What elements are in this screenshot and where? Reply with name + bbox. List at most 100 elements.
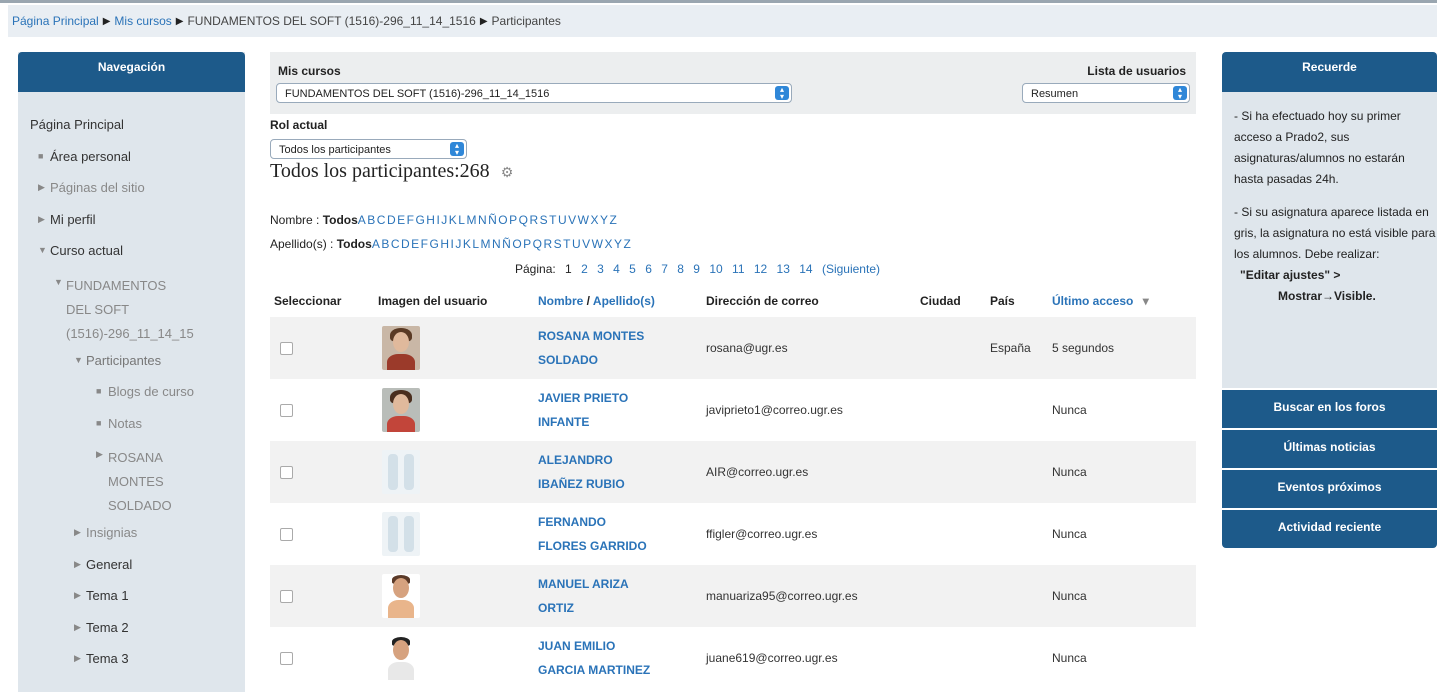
navigation-header[interactable]: Navegación	[18, 52, 245, 92]
last-name-filter: Apellido(s) : TodosABCDEFGHIJKLMNÑOPQRST…	[270, 237, 633, 251]
eventos-proximos-block[interactable]: Eventos próximos	[1222, 468, 1437, 508]
recuerde-header[interactable]: Recuerde	[1222, 52, 1437, 92]
user-name-link[interactable]: FERNANDO FLORES GARRIDO	[534, 503, 702, 565]
breadcrumb-mis-cursos[interactable]: Mis cursos	[114, 14, 171, 28]
page-link[interactable]: 4	[613, 262, 620, 276]
page-link[interactable]: 14	[799, 262, 812, 276]
last-access-cell: Nunca	[1048, 565, 1196, 627]
select-cell	[270, 503, 374, 565]
select-checkbox[interactable]	[280, 589, 293, 603]
email-cell: ffigler@correo.ugr.es	[706, 527, 818, 541]
sort-ciudad-link[interactable]: Ciudad	[916, 285, 986, 317]
default-avatar-icon[interactable]	[382, 512, 420, 556]
breadcrumb: Página Principal ▶ Mis cursos ▶ FUNDAMEN…	[8, 5, 1437, 37]
user-name-link[interactable]: JUAN EMILIO GARCIA MARTINEZ	[534, 627, 702, 689]
table-row: FERNANDO FLORES GARRIDO ffigler@correo.ug…	[270, 503, 1196, 565]
course-select[interactable]: FUNDAMENTOS DEL SOFT (1516)-296_11_14_15…	[276, 83, 792, 103]
city-cell	[916, 627, 986, 689]
page-link[interactable]: 5	[629, 262, 636, 276]
select-checkbox[interactable]	[280, 341, 293, 355]
page-link[interactable]: 8	[677, 262, 684, 276]
breadcrumb-separator-icon: ▶	[479, 15, 488, 27]
last-name-letters[interactable]: ABCDEFGHIJKLMNÑOPQRSTUVWXYZ	[372, 237, 633, 251]
avatar[interactable]	[382, 388, 420, 432]
recuerde-note-2: - Si su asignatura aparece listada en gr…	[1234, 205, 1436, 261]
role-select[interactable]: Todos los participantes ▴ ▾	[270, 139, 467, 159]
nav-item-blogs[interactable]: ■ Blogs de curso	[18, 383, 245, 415]
select-checkbox[interactable]	[280, 403, 293, 417]
page-link[interactable]: 9	[693, 262, 700, 276]
page-link[interactable]: 3	[597, 262, 604, 276]
avatar[interactable]	[382, 326, 420, 370]
breadcrumb-home[interactable]: Página Principal	[12, 14, 99, 28]
sort-nombre-link[interactable]: Nombre	[538, 294, 583, 308]
avatar[interactable]	[382, 636, 420, 680]
nav-item-general[interactable]: ▶ General	[18, 556, 245, 588]
user-name-link[interactable]: ALEJANDRO IBAÑEZ RUBIO	[534, 441, 702, 503]
table-row: MANUEL ARIZA ORTIZ manuariza95@correo.ugr…	[270, 565, 1196, 627]
nav-item-rosana[interactable]: ▶ ROSANA MONTES SOLDADO	[18, 446, 245, 524]
nav-item-notas[interactable]: ■ Notas	[18, 415, 245, 447]
page-link[interactable]: 6	[645, 262, 652, 276]
avatar[interactable]	[382, 574, 420, 618]
next-page-link[interactable]: (Siguiente)	[822, 262, 880, 276]
nav-item-paginas-sitio[interactable]: ▶ Páginas del sitio	[18, 179, 245, 211]
table-row: JAVIER PRIETO INFANTE javiprieto1@correo.…	[270, 379, 1196, 441]
collapsed-arrow-icon: ▶	[74, 590, 81, 600]
first-name-letters[interactable]: ABCDEFGHIJKLMNÑOPQRSTUVWXYZ	[358, 213, 619, 227]
breadcrumb-separator-icon: ▶	[175, 15, 184, 27]
last-name-all[interactable]: Todos	[337, 237, 372, 251]
nav-item-tema3[interactable]: ▶ Tema 3	[18, 650, 245, 682]
nav-item-insignias[interactable]: ▶ Insignias	[18, 524, 245, 556]
header-imagen: Imagen del usuario	[378, 294, 488, 308]
buscar-foros-block[interactable]: Buscar en los foros	[1222, 388, 1437, 428]
nav-item-area-personal[interactable]: ■ Área personal	[18, 148, 245, 180]
breadcrumb-course[interactable]: FUNDAMENTOS DEL SOFT (1516)-296_11_14_15…	[187, 14, 475, 28]
nav-item-tema1[interactable]: ▶ Tema 1	[18, 587, 245, 619]
nav-item-course[interactable]: ▼ FUNDAMENTOS DEL SOFT (1516)-296_11_14_…	[18, 274, 245, 352]
country-cell	[986, 627, 1048, 689]
select-cell	[270, 565, 374, 627]
collapsed-arrow-icon: ▶	[74, 653, 81, 663]
sort-ultimo-acceso-link[interactable]: Último acceso	[1052, 294, 1133, 308]
page-link[interactable]: 12	[754, 262, 767, 276]
last-access-cell: Nunca	[1052, 527, 1087, 541]
first-name-filter: Nombre : TodosABCDEFGHIJKLMNÑOPQRSTUVWXY…	[270, 213, 619, 227]
sort-apellido-link[interactable]: Apellido(s)	[593, 294, 655, 308]
page-link[interactable]: 13	[777, 262, 790, 276]
rol-actual-label: Rol actual	[270, 118, 328, 132]
user-name-link[interactable]: ROSANA MONTES SOLDADO	[534, 317, 702, 379]
nav-item-participantes[interactable]: ▼ Participantes	[18, 352, 245, 384]
select-checkbox[interactable]	[280, 465, 293, 479]
page-link[interactable]: 7	[661, 262, 668, 276]
current-page: 1	[565, 262, 572, 276]
select-checkbox[interactable]	[280, 527, 293, 541]
first-name-all[interactable]: Todos	[323, 213, 358, 227]
page-link[interactable]: 2	[581, 262, 588, 276]
header-seleccionar: Seleccionar	[274, 294, 342, 308]
select-cell	[270, 379, 374, 441]
user-name-link[interactable]: MANUEL ARIZA ORTIZ	[534, 565, 702, 627]
recuerde-note-1: - Si ha efectuado hoy su primer acceso a…	[1234, 109, 1405, 186]
actividad-reciente-block[interactable]: Actividad reciente	[1222, 508, 1437, 548]
user-name-link[interactable]: JAVIER PRIETO INFANTE	[534, 379, 702, 441]
nav-item-home[interactable]: Página Principal	[18, 116, 245, 148]
nav-item-mi-perfil[interactable]: ▶ Mi perfil	[18, 211, 245, 243]
participants-heading: Todos los participantes:268 ⚙	[270, 160, 514, 182]
sort-pais-link[interactable]: País	[986, 285, 1048, 317]
email-cell: rosana@ugr.es	[702, 317, 916, 379]
help-icon[interactable]: ⚙	[501, 165, 514, 181]
select-checkbox[interactable]	[280, 651, 293, 665]
mis-cursos-label: Mis cursos	[278, 64, 341, 78]
user-list-select[interactable]: Resumen ▴ ▾	[1022, 83, 1190, 103]
page-link[interactable]: 11	[732, 262, 744, 276]
page-link[interactable]: 10	[709, 262, 722, 276]
sort-correo-link[interactable]: Dirección de correo	[702, 285, 916, 317]
nav-item-curso-actual[interactable]: ▼ Curso actual	[18, 242, 245, 274]
default-avatar-icon[interactable]	[382, 450, 420, 494]
collapsed-arrow-icon: ▶	[74, 621, 81, 632]
nav-item-tema2[interactable]: ▶ Tema 2	[18, 619, 245, 651]
recuerde-note-3: "Editar ajustes" >	[1240, 268, 1341, 282]
ultimas-noticias-block[interactable]: Últimas noticias	[1222, 428, 1437, 468]
avatar-cell	[374, 627, 534, 689]
